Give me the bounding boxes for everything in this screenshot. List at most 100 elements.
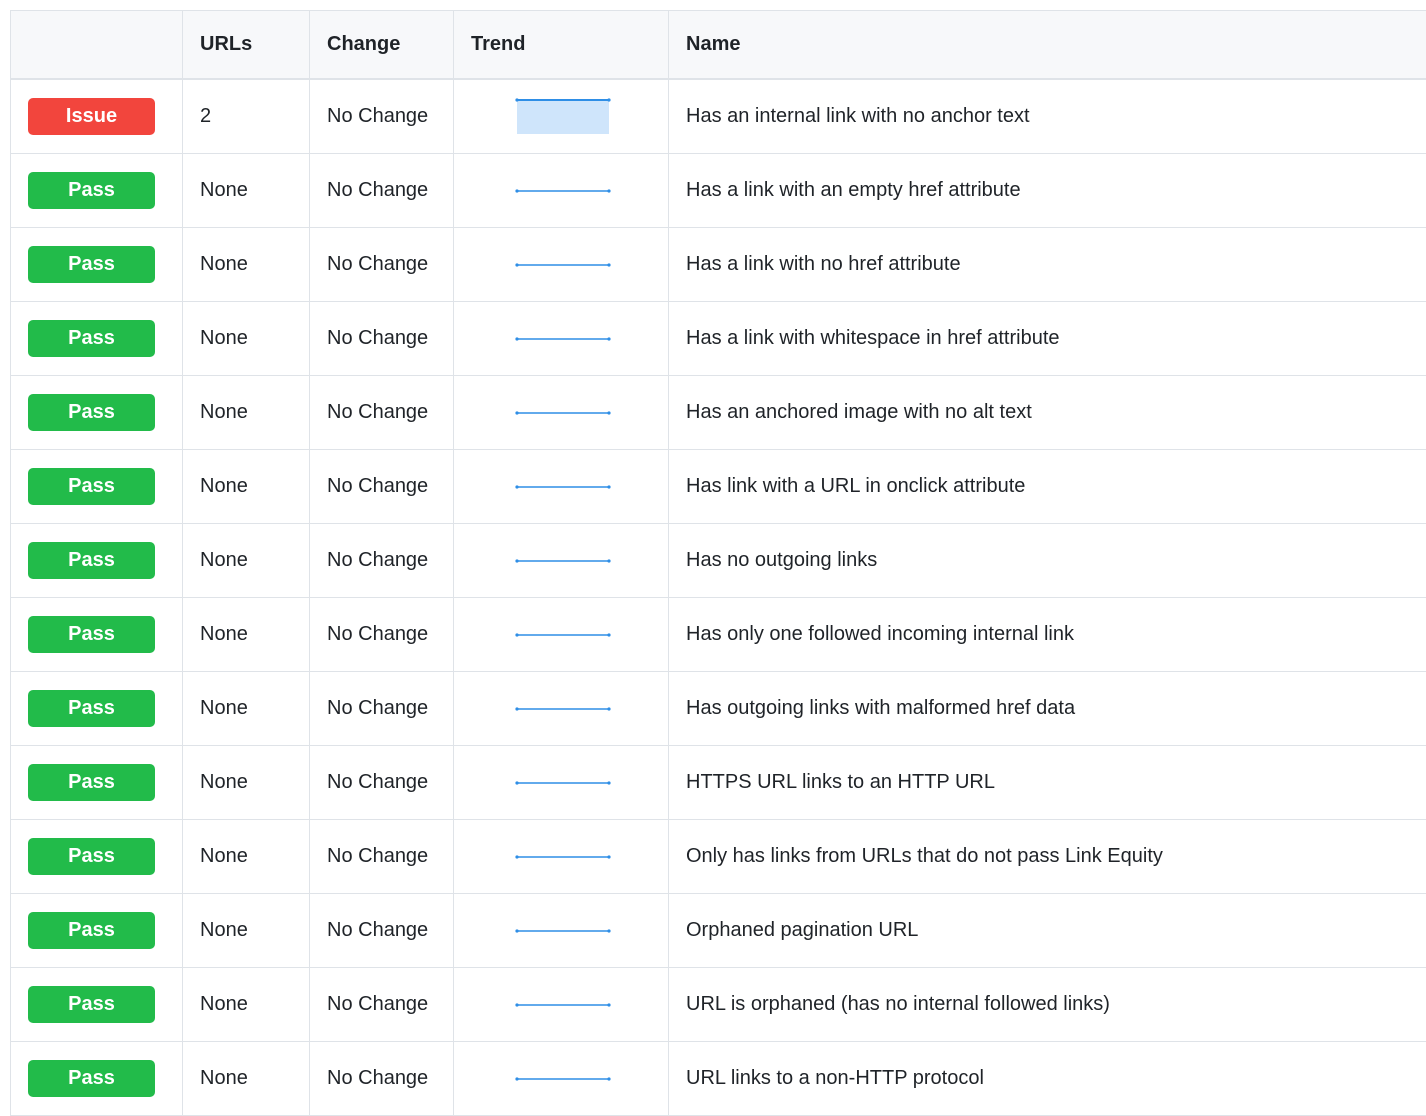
header-status bbox=[11, 11, 183, 78]
trend-point bbox=[607, 97, 611, 102]
trend-point bbox=[607, 262, 611, 267]
table-row[interactable]: Pass None No Change Has outgoing links with… bbox=[11, 672, 1426, 746]
check-name[interactable]: Has no outgoing links bbox=[669, 524, 1426, 597]
trend-point bbox=[607, 1076, 611, 1081]
table-row[interactable]: Pass None No Change Has a link with an empt… bbox=[11, 154, 1426, 228]
check-name[interactable]: Has a link with an empty href attribute bbox=[669, 154, 1426, 227]
status-cell: Pass bbox=[11, 450, 183, 523]
table-row[interactable]: Pass None No Change Only has links from URL… bbox=[11, 820, 1426, 894]
status-cell: Pass bbox=[11, 746, 183, 819]
status-badge[interactable]: Pass bbox=[28, 690, 155, 727]
check-name[interactable]: Only has links from URLs that do not pas… bbox=[669, 820, 1426, 893]
check-name[interactable]: Has an anchored image with no alt text bbox=[669, 376, 1426, 449]
status-badge[interactable]: Pass bbox=[28, 320, 155, 357]
header-trend[interactable]: Trend bbox=[454, 11, 669, 78]
change-value: No Change bbox=[310, 672, 454, 745]
status-cell: Pass bbox=[11, 598, 183, 671]
check-name[interactable]: Has only one followed incoming internal … bbox=[669, 598, 1426, 671]
change-value: No Change bbox=[310, 450, 454, 523]
trend-sparkline bbox=[515, 97, 611, 134]
status-badge[interactable]: Pass bbox=[28, 912, 155, 949]
change-value: No Change bbox=[310, 968, 454, 1041]
urls-count: 2 bbox=[183, 80, 310, 153]
status-badge[interactable]: Issue bbox=[28, 98, 155, 135]
status-cell: Pass bbox=[11, 154, 183, 227]
trend-cell bbox=[454, 302, 669, 375]
change-value: No Change bbox=[310, 746, 454, 819]
trend-point bbox=[607, 928, 611, 933]
status-badge[interactable]: Pass bbox=[28, 246, 155, 283]
urls-count: None bbox=[183, 228, 310, 301]
urls-count: None bbox=[183, 894, 310, 967]
status-badge[interactable]: Pass bbox=[28, 986, 155, 1023]
trend-cell bbox=[454, 1042, 669, 1115]
check-name[interactable]: Orphaned pagination URL bbox=[669, 894, 1426, 967]
urls-count: None bbox=[183, 598, 310, 671]
header-name[interactable]: Name bbox=[669, 11, 1426, 78]
urls-count: None bbox=[183, 376, 310, 449]
table-row[interactable]: Pass None No Change HTTPS URL links to an H… bbox=[11, 746, 1426, 820]
trend-sparkline bbox=[515, 854, 611, 859]
table-row[interactable]: Pass None No Change Has no outgoing links bbox=[11, 524, 1426, 598]
trend-cell bbox=[454, 968, 669, 1041]
trend-sparkline bbox=[515, 928, 611, 933]
urls-count: None bbox=[183, 672, 310, 745]
table-body: Issue 2 No Change Has an internal link with… bbox=[11, 80, 1426, 1116]
trend-point bbox=[515, 706, 519, 711]
status-cell: Pass bbox=[11, 894, 183, 967]
check-name[interactable]: Has a link with whitespace in href attri… bbox=[669, 302, 1426, 375]
trend-sparkline bbox=[515, 706, 611, 711]
trend-point bbox=[515, 262, 519, 267]
urls-count: None bbox=[183, 820, 310, 893]
check-name[interactable]: Has outgoing links with malformed href d… bbox=[669, 672, 1426, 745]
status-cell: Pass bbox=[11, 820, 183, 893]
trend-point bbox=[607, 558, 611, 563]
trend-cell bbox=[454, 228, 669, 301]
change-value: No Change bbox=[310, 524, 454, 597]
trend-cell bbox=[454, 746, 669, 819]
status-badge[interactable]: Pass bbox=[28, 542, 155, 579]
check-name[interactable]: URL is orphaned (has no internal followe… bbox=[669, 968, 1426, 1041]
trend-point bbox=[607, 188, 611, 193]
status-badge[interactable]: Pass bbox=[28, 172, 155, 209]
header-change[interactable]: Change bbox=[310, 11, 454, 78]
table-row[interactable]: Issue 2 No Change Has an internal link with… bbox=[11, 80, 1426, 154]
urls-count: None bbox=[183, 968, 310, 1041]
urls-count: None bbox=[183, 302, 310, 375]
status-badge[interactable]: Pass bbox=[28, 616, 155, 653]
check-name[interactable]: Has link with a URL in onclick attribute bbox=[669, 450, 1426, 523]
trend-point bbox=[515, 1076, 519, 1081]
trend-sparkline bbox=[515, 484, 611, 489]
table-row[interactable]: Pass None No Change Has link with a URL in … bbox=[11, 450, 1426, 524]
trend-point bbox=[515, 484, 519, 489]
status-cell: Pass bbox=[11, 1042, 183, 1115]
status-badge[interactable]: Pass bbox=[28, 394, 155, 431]
status-badge[interactable]: Pass bbox=[28, 838, 155, 875]
trend-cell bbox=[454, 450, 669, 523]
table-row[interactable]: Pass None No Change Has an anchored image w… bbox=[11, 376, 1426, 450]
header-urls[interactable]: URLs bbox=[183, 11, 310, 78]
table-row[interactable]: Pass None No Change URL links to a non-HTTP… bbox=[11, 1042, 1426, 1116]
table-row[interactable]: Pass None No Change Has only one followed i… bbox=[11, 598, 1426, 672]
check-name[interactable]: URL links to a non-HTTP protocol bbox=[669, 1042, 1426, 1115]
change-value: No Change bbox=[310, 820, 454, 893]
trend-point bbox=[515, 336, 519, 341]
check-name[interactable]: HTTPS URL links to an HTTP URL bbox=[669, 746, 1426, 819]
urls-count: None bbox=[183, 746, 310, 819]
status-badge[interactable]: Pass bbox=[28, 1060, 155, 1097]
trend-cell bbox=[454, 894, 669, 967]
check-name[interactable]: Has a link with no href attribute bbox=[669, 228, 1426, 301]
check-name[interactable]: Has an internal link with no anchor text bbox=[669, 80, 1426, 153]
table-row[interactable]: Pass None No Change URL is orphaned (has no… bbox=[11, 968, 1426, 1042]
change-value: No Change bbox=[310, 154, 454, 227]
change-value: No Change bbox=[310, 228, 454, 301]
table-row[interactable]: Pass None No Change Orphaned pagination URL bbox=[11, 894, 1426, 968]
table-row[interactable]: Pass None No Change Has a link with no href… bbox=[11, 228, 1426, 302]
trend-point bbox=[607, 484, 611, 489]
status-cell: Pass bbox=[11, 524, 183, 597]
trend-sparkline bbox=[515, 262, 611, 267]
table-row[interactable]: Pass None No Change Has a link with whitesp… bbox=[11, 302, 1426, 376]
checks-table: URLs Change Trend Name Issue 2 No Change Ha… bbox=[10, 10, 1426, 1116]
status-badge[interactable]: Pass bbox=[28, 468, 155, 505]
status-badge[interactable]: Pass bbox=[28, 764, 155, 801]
